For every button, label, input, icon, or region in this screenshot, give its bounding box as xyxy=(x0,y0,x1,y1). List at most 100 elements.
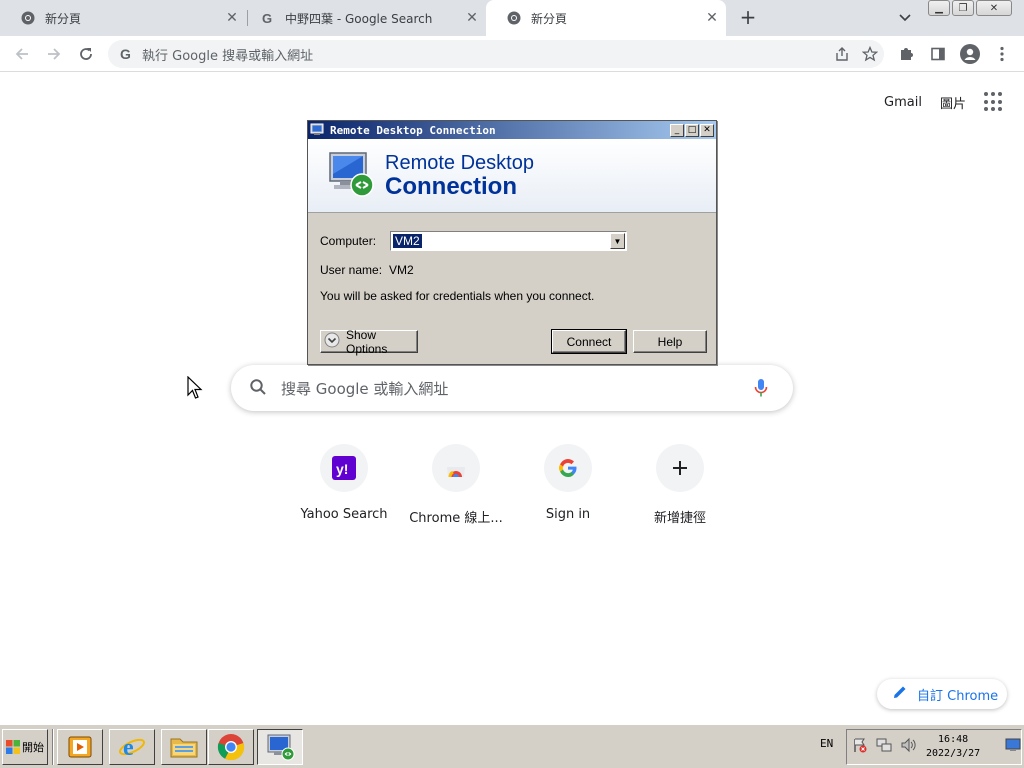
plus-icon xyxy=(656,444,704,492)
action-center-flag-icon[interactable] xyxy=(851,737,869,753)
restore-icon[interactable]: ❐ xyxy=(952,0,974,16)
gmail-link[interactable]: Gmail xyxy=(884,95,922,110)
dialog-title: Remote Desktop Connection xyxy=(330,123,496,137)
tab-close-icon[interactable]: ✕ xyxy=(224,10,240,26)
windows-flag-icon xyxy=(6,740,20,754)
menu-kebab-icon[interactable] xyxy=(988,40,1016,68)
dialog-maximize-icon[interactable]: □ xyxy=(685,123,699,137)
tab-google-search[interactable]: G 中野四葉 - Google Search ✕ xyxy=(240,0,486,36)
credentials-info: You will be asked for credentials when y… xyxy=(320,289,595,303)
chrome-icon[interactable] xyxy=(208,729,254,765)
profile-avatar-icon[interactable] xyxy=(956,40,984,68)
language-indicator[interactable]: EN xyxy=(820,737,833,750)
tab-new-tab-active[interactable]: 新分頁 ✕ xyxy=(486,0,726,36)
internet-explorer-icon[interactable]: e xyxy=(109,729,155,765)
computer-label: Computer: xyxy=(320,234,377,248)
show-options-button[interactable]: Show Options xyxy=(320,327,418,356)
taskbar-separator xyxy=(52,729,54,765)
address-bar-placeholder: 執行 Google 搜尋或輸入網址 xyxy=(142,48,314,64)
ntp-shortcuts: y! Yahoo Search Chrome 線上... Sign in 新增捷… xyxy=(288,444,736,526)
taskbar: 開始 e xyxy=(0,724,1024,768)
tab-title: 中野四葉 - Google Search xyxy=(285,11,433,26)
customize-chrome-button[interactable]: 自訂 Chrome xyxy=(877,679,1007,709)
reload-icon[interactable] xyxy=(72,40,100,68)
dialog-close-icon[interactable]: ✕ xyxy=(700,123,714,137)
dialog-body: Computer: VM2 ▼ User name: VM2 You will … xyxy=(308,213,716,363)
search-icon xyxy=(249,378,267,399)
taskbar-clock[interactable]: 16:48 2022/3/27 xyxy=(926,733,980,761)
remote-desktop-monitor-icon xyxy=(326,149,376,202)
share-icon[interactable] xyxy=(828,40,856,68)
dropdown-arrow-icon[interactable]: ▼ xyxy=(610,233,625,249)
back-arrow-icon[interactable] xyxy=(8,40,36,68)
tab-title: 新分頁 xyxy=(45,11,82,26)
tab-close-icon[interactable]: ✕ xyxy=(464,10,480,26)
help-button[interactable]: Help xyxy=(633,330,707,353)
connect-button[interactable]: Connect xyxy=(551,329,627,354)
ntp-search-box[interactable]: 搜尋 Google 或輸入網址 xyxy=(231,365,793,411)
remote-desktop-taskbar-icon[interactable] xyxy=(257,729,303,765)
shortcut-sign-in[interactable]: Sign in xyxy=(512,444,624,526)
tab-search-chevron-icon[interactable] xyxy=(895,8,915,28)
show-options-label: Show Options xyxy=(346,327,388,356)
mouse-cursor-icon xyxy=(187,375,203,403)
shortcut-yahoo-search[interactable]: y! Yahoo Search xyxy=(288,444,400,526)
close-window-icon[interactable]: ✕ xyxy=(976,0,1012,16)
google-apps-grid-icon[interactable] xyxy=(984,92,1004,112)
remote-desktop-icon xyxy=(310,123,326,137)
shortcut-add[interactable]: 新增捷徑 xyxy=(624,444,736,526)
forward-arrow-icon[interactable] xyxy=(40,40,68,68)
chrome-icon xyxy=(506,10,522,26)
dialog-banner: Remote Desktop Connection xyxy=(308,139,716,213)
extensions-puzzle-icon[interactable] xyxy=(892,40,920,68)
computer-combobox[interactable]: VM2 ▼ xyxy=(390,231,627,251)
username-value: VM2 xyxy=(389,263,414,277)
new-tab-plus-icon[interactable]: + xyxy=(737,5,759,29)
clock-time: 16:48 xyxy=(938,734,969,745)
chrome-icon xyxy=(20,10,36,26)
tab-strip: 新分頁 ✕ G 中野四葉 - Google Search ✕ 新分頁 ✕ + ▁… xyxy=(0,0,1024,36)
show-desktop-icon[interactable] xyxy=(1004,737,1022,753)
banner-title-line2: Connection xyxy=(385,173,517,200)
file-explorer-icon[interactable] xyxy=(161,729,207,765)
start-button[interactable]: 開始 xyxy=(2,729,48,765)
google-icon: G xyxy=(118,46,134,62)
shortcut-label: Sign in xyxy=(545,507,591,522)
network-icon[interactable] xyxy=(875,737,893,753)
shortcut-label: Yahoo Search xyxy=(300,507,388,522)
images-link[interactable]: 圖片 xyxy=(940,93,966,112)
voice-search-mic-icon[interactable] xyxy=(749,378,773,398)
shortcut-label: 新增捷徑 xyxy=(653,511,706,526)
svg-text:y!: y! xyxy=(336,461,348,477)
media-player-icon[interactable] xyxy=(57,729,103,765)
tab-title: 新分頁 xyxy=(531,11,568,26)
volume-speaker-icon[interactable] xyxy=(899,737,917,753)
dialog-minimize-icon[interactable]: _ xyxy=(670,123,684,137)
svg-text:G: G xyxy=(262,11,272,25)
dialog-titlebar[interactable]: Remote Desktop Connection _ □ ✕ xyxy=(308,121,716,139)
browser-toolbar: G 執行 Google 搜尋或輸入網址 xyxy=(0,36,1024,72)
shortcut-label: Chrome 線上... xyxy=(409,511,503,526)
minimize-icon[interactable]: ▁ xyxy=(928,0,950,16)
search-input[interactable]: 搜尋 Google 或輸入網址 xyxy=(281,378,749,399)
banner-title-line1: Remote Desktop xyxy=(385,152,534,174)
customize-label: 自訂 Chrome xyxy=(917,688,999,704)
bookmark-star-icon[interactable] xyxy=(856,40,884,68)
start-label: 開始 xyxy=(22,741,44,754)
computer-value: VM2 xyxy=(393,234,422,248)
window-controls: ▁ ❐ ✕ xyxy=(928,0,1012,16)
ntp-header-links: Gmail 圖片 xyxy=(884,92,1004,112)
svg-text:G: G xyxy=(120,46,131,62)
remote-desktop-dialog: Remote Desktop Connection _ □ ✕ Remote D… xyxy=(307,120,717,365)
side-panel-icon[interactable] xyxy=(924,40,952,68)
clock-date: 2022/3/27 xyxy=(926,748,981,759)
tab-new-tab-1[interactable]: 新分頁 ✕ xyxy=(0,0,246,36)
dialog-window-controls: _ □ ✕ xyxy=(670,123,714,137)
yahoo-icon: y! xyxy=(320,444,368,492)
tab-close-icon[interactable]: ✕ xyxy=(704,10,720,26)
google-icon xyxy=(544,444,592,492)
svg-text:e: e xyxy=(123,735,134,761)
address-bar[interactable]: G 執行 Google 搜尋或輸入網址 xyxy=(108,40,884,68)
shortcut-chrome-webstore[interactable]: Chrome 線上... xyxy=(400,444,512,526)
pencil-icon xyxy=(893,685,907,703)
